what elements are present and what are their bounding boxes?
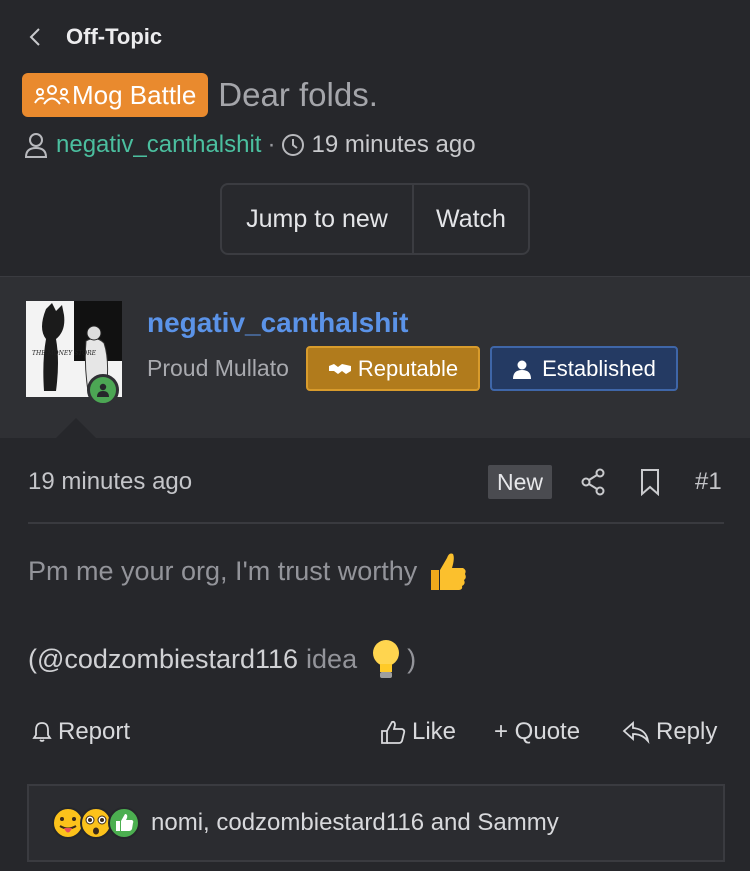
message-line-1: Pm me your org, I'm trust worthy [28, 550, 467, 592]
jump-to-new-button[interactable]: Jump to new [222, 185, 414, 253]
badge-reputable-label: Reputable [357, 355, 459, 381]
post-number[interactable]: #1 [695, 468, 722, 496]
thread-header: Off-Topic Mog Battle Dear folds. negativ… [0, 0, 750, 276]
user-solid-icon [513, 360, 532, 379]
group-icon [34, 85, 70, 105]
user-title: Proud Mullato [147, 355, 289, 381]
quote-label: + Quote [494, 718, 581, 745]
post-pointer-arrow [56, 418, 96, 438]
quote-button[interactable]: + Quote [494, 718, 580, 746]
handshake-icon [328, 363, 351, 374]
user-mention[interactable]: (@codzombiestard116 [28, 644, 298, 675]
report-button[interactable]: Report [32, 718, 130, 746]
reply-icon [622, 720, 650, 744]
thread-prefix[interactable]: Mog Battle [22, 73, 209, 117]
clock-icon [282, 134, 305, 156]
thread-title: Dear folds. [218, 76, 378, 113]
badge-reputable: Reputable [306, 346, 480, 391]
share-icon[interactable] [580, 468, 606, 496]
message-line-2: (@codzombiestard116 idea ) [28, 638, 416, 680]
thread-meta: negativ_canthalshit · 19 minutes ago [24, 131, 476, 159]
post-divider [28, 522, 724, 524]
like-label: Like [412, 718, 457, 745]
thread-title-row: Mog Battle Dear folds. [22, 73, 378, 117]
reply-label: Reply [656, 718, 718, 745]
thread-time[interactable]: 19 minutes ago [311, 131, 475, 159]
thumbs-up-icon [431, 553, 467, 590]
post-username[interactable]: negativ_canthalshit [147, 307, 408, 339]
post-body: 19 minutes ago New #1 Pm me your org, I'… [0, 438, 750, 871]
bell-icon [32, 722, 52, 742]
meta-separator: · [267, 131, 276, 158]
like-button[interactable]: Like [380, 718, 456, 746]
breadcrumb[interactable]: Off-Topic [28, 24, 162, 50]
prefix-label: Mog Battle [72, 79, 197, 110]
badge-established-label: Established [542, 355, 656, 381]
bookmark-icon[interactable] [638, 468, 662, 496]
online-status-icon [87, 374, 119, 406]
svg-text:THE MONEY STORE: THE MONEY STORE [32, 350, 97, 357]
message-text: Pm me your org, I'm trust worthy [28, 555, 418, 586]
thread-author-link[interactable]: negativ_canthalshit [56, 131, 261, 159]
reaction-icons [51, 806, 143, 840]
report-label: Report [58, 718, 131, 745]
like-icon [381, 720, 406, 744]
reply-button[interactable]: Reply [622, 718, 717, 746]
light-bulb-icon [373, 640, 400, 678]
reaction-users[interactable]: nomi, codzombiestard116 and Sammy [151, 809, 559, 837]
thread-button-group: Jump to new Watch [220, 183, 530, 255]
closing-paren: ) [407, 643, 417, 674]
breadcrumb-label[interactable]: Off-Topic [66, 24, 162, 50]
post-user-bar: THE MONEY STORE negativ_canthalshit Prou… [0, 276, 750, 438]
chevron-left-icon[interactable] [28, 27, 42, 47]
like-reaction-icon [108, 807, 140, 839]
mention-tail: idea [306, 643, 358, 674]
user-icon [24, 133, 48, 158]
watch-button[interactable]: Watch [414, 185, 528, 253]
reactions-bar[interactable]: nomi, codzombiestard116 and Sammy [27, 784, 725, 862]
badge-established: Established [490, 346, 678, 391]
new-badge: New [488, 465, 552, 499]
post-time[interactable]: 19 minutes ago [28, 468, 192, 496]
